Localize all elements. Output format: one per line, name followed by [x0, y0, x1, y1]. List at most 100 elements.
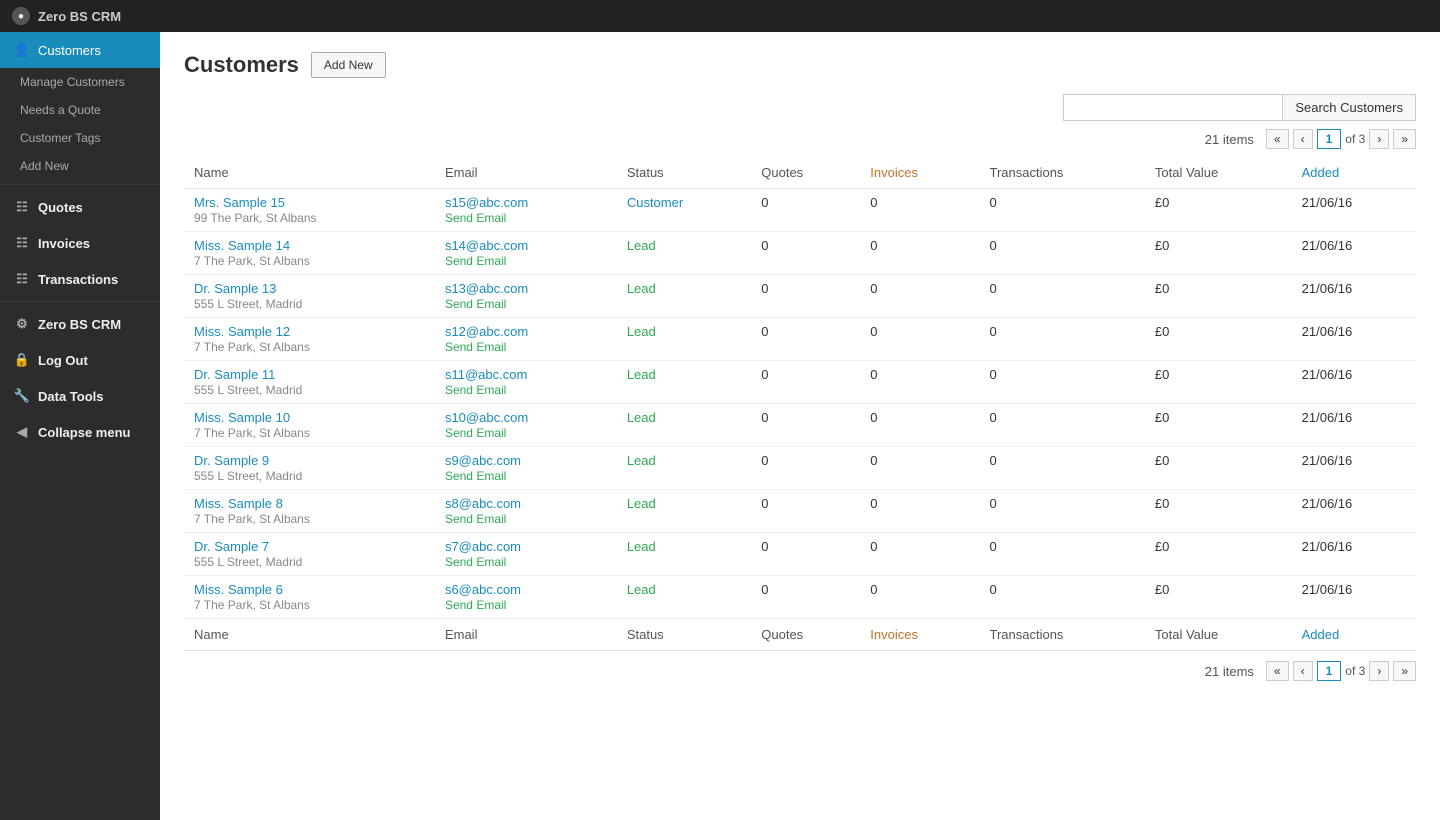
email-link[interactable]: s11@abc.com [445, 367, 527, 382]
cell-quotes: 0 [751, 533, 860, 576]
cell-added: 21/06/16 [1292, 404, 1416, 447]
cell-email: s15@abc.com Send Email [435, 189, 617, 232]
customer-name-link[interactable]: Dr. Sample 7 [194, 539, 269, 554]
prev-page-btn-bottom[interactable]: ‹ [1293, 661, 1313, 681]
cell-invoices: 0 [860, 189, 979, 232]
search-button[interactable]: Search Customers [1283, 94, 1416, 121]
sidebar-item-invoices[interactable]: ☷ Invoices [0, 225, 160, 261]
col-header-email: Email [435, 157, 617, 189]
email-link[interactable]: s6@abc.com [445, 582, 521, 597]
cell-transactions: 0 [979, 576, 1144, 619]
customer-name-link[interactable]: Mrs. Sample 15 [194, 195, 285, 210]
send-email-link[interactable]: Send Email [445, 469, 506, 483]
col-footer-invoices: Invoices [860, 619, 979, 651]
customer-name-link[interactable]: Miss. Sample 6 [194, 582, 283, 597]
items-count-top: 21 items [1205, 132, 1254, 147]
sidebar-item-log-out[interactable]: 🔒 Log Out [0, 342, 160, 378]
col-header-added: Added [1292, 157, 1416, 189]
customer-address: 7 The Park, St Albans [194, 254, 310, 268]
add-new-button[interactable]: Add New [311, 52, 386, 78]
cell-name: Mrs. Sample 15 99 The Park, St Albans [184, 189, 435, 232]
table-footer-row: Name Email Status Quotes Invoices Transa… [184, 619, 1416, 651]
send-email-link[interactable]: Send Email [445, 555, 506, 569]
current-page-top: 1 [1317, 129, 1342, 149]
table-row: Dr. Sample 13 555 L Street, Madrid s13@a… [184, 275, 1416, 318]
cell-invoices: 0 [860, 404, 979, 447]
cell-quotes: 0 [751, 404, 860, 447]
email-link[interactable]: s8@abc.com [445, 496, 521, 511]
sidebar-item-collapse-menu[interactable]: ◀ Collapse menu [0, 414, 160, 450]
topbar: ● Zero BS CRM [0, 0, 1440, 32]
sidebar-item-add-new[interactable]: Add New [0, 152, 160, 180]
send-email-link[interactable]: Send Email [445, 254, 506, 268]
sidebar-item-customers[interactable]: 👤 Customers [0, 32, 160, 68]
status-badge: Lead [627, 238, 656, 253]
table-row: Miss. Sample 10 7 The Park, St Albans s1… [184, 404, 1416, 447]
sidebar-item-manage-customers[interactable]: Manage Customers [0, 68, 160, 96]
email-link[interactable]: s7@abc.com [445, 539, 521, 554]
customer-name-link[interactable]: Miss. Sample 14 [194, 238, 290, 253]
first-page-btn-bottom[interactable]: « [1266, 661, 1289, 681]
cell-quotes: 0 [751, 490, 860, 533]
send-email-link[interactable]: Send Email [445, 211, 506, 225]
first-page-btn-top[interactable]: « [1266, 129, 1289, 149]
cell-email: s12@abc.com Send Email [435, 318, 617, 361]
customer-name-link[interactable]: Dr. Sample 13 [194, 281, 276, 296]
cell-email: s7@abc.com Send Email [435, 533, 617, 576]
cell-added: 21/06/16 [1292, 447, 1416, 490]
customer-name-link[interactable]: Miss. Sample 8 [194, 496, 283, 511]
cell-total-value: £0 [1145, 318, 1292, 361]
email-link[interactable]: s15@abc.com [445, 195, 528, 210]
cell-transactions: 0 [979, 232, 1144, 275]
sidebar-item-data-tools[interactable]: 🔧 Data Tools [0, 378, 160, 414]
email-link[interactable]: s14@abc.com [445, 238, 528, 253]
cell-quotes: 0 [751, 189, 860, 232]
cell-email: s10@abc.com Send Email [435, 404, 617, 447]
customer-address: 99 The Park, St Albans [194, 211, 317, 225]
send-email-link[interactable]: Send Email [445, 512, 506, 526]
send-email-link[interactable]: Send Email [445, 297, 506, 311]
sidebar-item-customer-tags[interactable]: Customer Tags [0, 124, 160, 152]
cell-status: Lead [617, 361, 751, 404]
cell-invoices: 0 [860, 318, 979, 361]
col-header-status: Status [617, 157, 751, 189]
cell-transactions: 0 [979, 447, 1144, 490]
email-link[interactable]: s9@abc.com [445, 453, 521, 468]
sidebar-item-quotes[interactable]: ☷ Quotes [0, 189, 160, 225]
customer-address: 555 L Street, Madrid [194, 383, 302, 397]
send-email-link[interactable]: Send Email [445, 383, 506, 397]
next-page-btn-top[interactable]: › [1369, 129, 1389, 149]
send-email-link[interactable]: Send Email [445, 426, 506, 440]
send-email-link[interactable]: Send Email [445, 340, 506, 354]
cell-quotes: 0 [751, 361, 860, 404]
sidebar-item-needs-a-quote[interactable]: Needs a Quote [0, 96, 160, 124]
cell-invoices: 0 [860, 232, 979, 275]
collapse-icon: ◀ [14, 424, 30, 440]
last-page-btn-top[interactable]: » [1393, 129, 1416, 149]
cell-status: Lead [617, 232, 751, 275]
wrench-icon: 🔧 [14, 388, 30, 404]
status-badge: Lead [627, 324, 656, 339]
cell-invoices: 0 [860, 361, 979, 404]
customer-name-link[interactable]: Dr. Sample 9 [194, 453, 269, 468]
last-page-btn-bottom[interactable]: » [1393, 661, 1416, 681]
cell-invoices: 0 [860, 576, 979, 619]
send-email-link[interactable]: Send Email [445, 598, 506, 612]
search-input[interactable] [1063, 94, 1283, 121]
cell-transactions: 0 [979, 189, 1144, 232]
customer-address: 555 L Street, Madrid [194, 297, 302, 311]
cell-name: Miss. Sample 12 7 The Park, St Albans [184, 318, 435, 361]
cell-invoices: 0 [860, 533, 979, 576]
sidebar-item-transactions[interactable]: ☷ Transactions [0, 261, 160, 297]
customer-name-link[interactable]: Dr. Sample 11 [194, 367, 275, 382]
next-page-btn-bottom[interactable]: › [1369, 661, 1389, 681]
email-link[interactable]: s13@abc.com [445, 281, 528, 296]
prev-page-btn-top[interactable]: ‹ [1293, 129, 1313, 149]
email-link[interactable]: s10@abc.com [445, 410, 528, 425]
email-link[interactable]: s12@abc.com [445, 324, 528, 339]
sidebar-item-zero-bs-crm[interactable]: ⚙ Zero BS CRM [0, 306, 160, 342]
cell-transactions: 0 [979, 533, 1144, 576]
customer-address: 555 L Street, Madrid [194, 555, 302, 569]
customer-name-link[interactable]: Miss. Sample 10 [194, 410, 290, 425]
customer-name-link[interactable]: Miss. Sample 12 [194, 324, 290, 339]
